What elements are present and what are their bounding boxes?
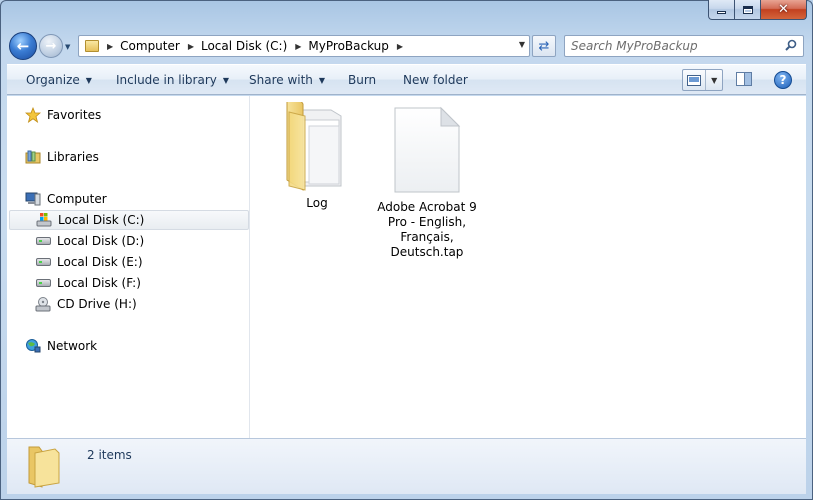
drive-icon [35,233,51,249]
drive-icon [35,254,51,270]
breadcrumb: ▶ Computer ▶ Local Disk (C:) ▶ MyProBack… [99,39,410,53]
search-input[interactable] [565,36,765,56]
address-history-chevron-icon[interactable]: ▼ [519,40,525,49]
help-icon: ? [779,73,787,87]
command-bar: Organize ▼ Include in library ▼ Share with… [7,64,806,95]
document-icon [394,106,461,193]
minimize-icon [717,11,726,14]
sidebar-item-local-disk-c[interactable]: Local Disk (C:) [9,210,249,230]
address-bar[interactable]: ▶ Computer ▶ Local Disk (C:) ▶ MyProBack… [78,35,530,57]
refresh-icon: ⇄ [538,38,550,54]
sidebar-item-label: Local Disk (F:) [57,276,141,290]
sidebar-item-cd-drive-h[interactable]: CD Drive (H:) [35,294,245,314]
new-folder-button[interactable]: New folder [403,73,468,87]
burn-label: Burn [348,73,377,87]
sidebar-item-label: Favorites [47,108,102,122]
sidebar-item-label: Local Disk (D:) [57,234,145,248]
organize-menu[interactable]: Organize ▼ [26,73,92,87]
libraries-icon [25,149,41,165]
breadcrumb-separator-icon[interactable]: ▶ [188,42,194,51]
file-item-adobe-acrobat-tap[interactable]: Adobe Acrobat 9 Pro - English, Français,… [375,106,479,260]
search-box[interactable] [564,35,804,57]
sidebar-item-local-disk-e[interactable]: Local Disk (E:) [35,252,245,272]
item-count: 2 items [87,448,132,462]
refresh-button[interactable]: ⇄ [532,35,556,57]
burn-button[interactable]: Burn [348,73,376,87]
sidebar-item-label: Libraries [47,150,99,164]
chevron-down-icon: ▼ [318,75,326,85]
star-icon [25,107,41,123]
file-name-line: Adobe Acrobat 9 [377,200,477,214]
help-button[interactable]: ? [774,71,792,89]
folder-icon [286,102,342,191]
drive-icon [35,275,51,291]
folder-icon [28,446,60,488]
navigation-buttons: ← → ▼ [9,32,70,60]
network-icon [25,338,41,354]
back-arrow-icon: ← [16,36,30,55]
cd-drive-icon [35,296,51,312]
minimize-button[interactable] [708,0,735,20]
sidebar-item-label: Local Disk (C:) [58,213,145,227]
breadcrumb-separator-icon[interactable]: ▶ [295,42,301,51]
include-in-library-label: Include in library [116,73,217,87]
preview-pane-button[interactable] [736,72,752,86]
details-pane: 2 items [7,438,806,494]
maximize-icon [742,5,753,14]
organize-label: Organize [26,73,80,87]
sidebar-item-libraries[interactable]: Libraries [25,147,245,167]
back-button[interactable]: ← [9,32,37,60]
breadcrumb-local-disk-c[interactable]: Local Disk (C:) [201,39,287,53]
folder-icon [85,40,99,52]
file-name-line: Deutsch.tap [390,245,464,259]
sidebar-item-local-disk-d[interactable]: Local Disk (D:) [35,231,245,251]
close-icon: ✕ [778,2,789,17]
content-area: Favorites Libraries Computer Local Disk … [7,96,806,438]
sidebar-item-label: Computer [47,192,107,206]
breadcrumb-separator-icon[interactable]: ▶ [397,42,403,51]
maximize-button[interactable] [735,0,761,20]
computer-icon [25,191,41,207]
view-options-chevron-icon[interactable]: ▼ [706,70,722,90]
file-name: Adobe Acrobat 9 Pro - English, Français,… [375,200,479,260]
sidebar-item-local-disk-f[interactable]: Local Disk (F:) [35,273,245,293]
window-caption-buttons: ✕ [708,0,807,20]
system-drive-icon [36,212,52,228]
file-name-line: Pro - English, [387,215,467,229]
chevron-down-icon: ▼ [222,75,230,85]
close-button[interactable]: ✕ [761,0,807,20]
forward-arrow-icon: → [45,38,57,54]
file-name: Log [306,196,328,210]
chevron-down-icon: ▼ [85,75,92,85]
share-with-menu[interactable]: Share with ▼ [249,73,325,87]
navigation-pane[interactable]: Favorites Libraries Computer Local Disk … [7,96,250,438]
share-with-label: Share with [249,73,313,87]
forward-button[interactable]: → [39,34,63,58]
sidebar-item-label: Network [47,339,98,353]
sidebar-item-favorites[interactable]: Favorites [25,105,245,125]
file-item-log[interactable]: Log [269,102,365,211]
file-name-line: Français, [400,230,454,244]
change-view-button[interactable]: ▼ [682,69,723,91]
sidebar-item-network[interactable]: Network [25,336,245,356]
view-icon[interactable] [683,70,707,90]
recent-pages-chevron-icon[interactable]: ▼ [65,43,70,51]
sidebar-item-computer[interactable]: Computer [25,189,245,209]
breadcrumb-separator-icon[interactable]: ▶ [107,42,113,51]
search-icon[interactable] [785,39,797,51]
breadcrumb-computer[interactable]: Computer [120,39,180,53]
breadcrumb-myprobackup[interactable]: MyProBackup [308,39,388,53]
include-in-library-menu[interactable]: Include in library ▼ [116,73,229,87]
sidebar-item-label: CD Drive (H:) [57,297,137,311]
new-folder-label: New folder [403,73,468,87]
sidebar-item-label: Local Disk (E:) [57,255,143,269]
